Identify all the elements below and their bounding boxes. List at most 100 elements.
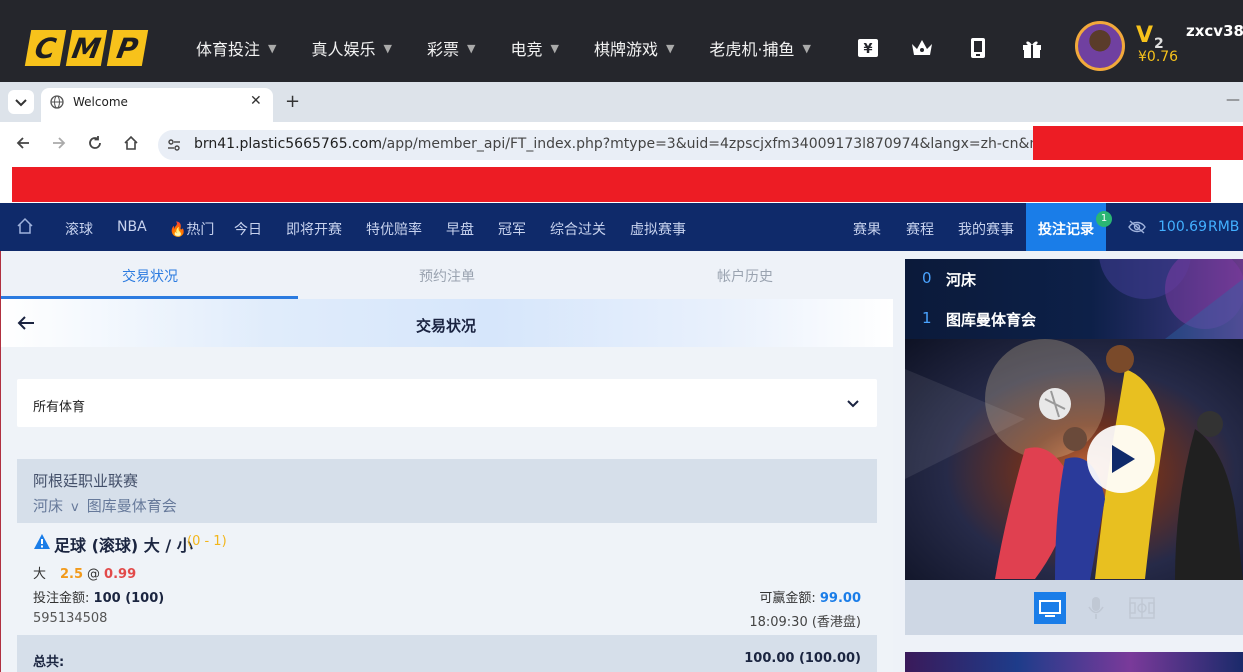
gift-icon[interactable] [1020,36,1044,60]
total-label: 总共: [33,655,65,670]
win-value: 99.00 [819,591,861,606]
logo-letter: C [24,30,67,66]
main-nav: 体育投注 ▼ 真人娱乐 ▼ 彩票 ▼ 电竞 ▼ 棋牌游戏 ▼ 老虎机·捕鱼 ▼ [196,36,846,60]
close-icon[interactable]: ✕ [250,93,262,109]
svg-text:¥: ¥ [863,42,872,57]
nav-sports[interactable]: 体育投注 ▼ [196,36,276,60]
match-teams: 河床 v 图库曼体育会 [33,495,177,516]
sport-filter-select[interactable] [17,379,877,427]
nav-lottery[interactable]: 彩票 ▼ [427,36,475,60]
forward-icon[interactable] [51,135,67,151]
url-path: /app/member_api/FT_index.php?mtype=3&uid… [381,136,1071,152]
sports-nav-nba[interactable]: NBA [117,219,147,235]
new-tab-button[interactable]: + [285,91,300,112]
sports-nav-hot[interactable]: 🔥热门 [169,219,214,239]
odds-value: 0.99 [104,567,137,582]
home-team-name: 河床 [946,271,977,289]
away-score: 1 [922,309,932,327]
nav-live-casino[interactable]: 真人娱乐 ▼ [311,36,391,60]
sports-nav-live[interactable]: 滚球 [65,219,93,239]
back-icon[interactable] [15,135,31,151]
mobile-icon[interactable] [966,36,990,60]
nav-label: 体育投注 [196,40,261,59]
nav-card-games[interactable]: 棋牌游戏 ▼ [594,36,674,60]
at-symbol: @ [87,567,101,582]
globe-icon [50,95,64,109]
versus-label: v [71,500,79,515]
sports-nav-outright[interactable]: 冠军 [498,219,526,239]
microphone-icon[interactable] [1087,596,1105,620]
sports-nav-virtual[interactable]: 虚拟赛事 [630,219,686,239]
stake-value: 100 (100) [93,591,165,606]
tab-search-button[interactable] [8,90,34,114]
nav-slots-fishing[interactable]: 老虎机·捕鱼 ▼ [709,36,811,60]
sports-nav-parlay[interactable]: 综合过关 [550,219,606,239]
sports-nav-starting-soon[interactable]: 即将开赛 [286,219,342,239]
avatar[interactable] [1075,21,1125,71]
league-name: 阿根廷职业联赛 [33,472,139,490]
nav-label: 老虎机·捕鱼 [709,40,795,59]
chevron-down-icon: ▼ [466,41,476,55]
chevron-down-icon: ▼ [802,41,811,55]
chevron-down-icon: ▼ [383,41,392,55]
bet-count-badge: 1 [1096,211,1112,227]
chevron-down-icon [15,99,27,107]
cmp-logo[interactable]: C M P [24,30,149,66]
bet-time: 18:09:30 (香港盘) [749,615,861,630]
bet-selection: 大 2.5 @0.99 [33,563,136,582]
total-value: 100.00 (100.00) [744,651,861,666]
tv-icon [1039,600,1061,617]
bet-record-label: 投注记录 [1038,222,1094,238]
sports-players-image [905,339,1243,580]
play-button[interactable] [1087,425,1155,493]
bet-type: 足球 (滚球) 大 / 小 [54,536,193,555]
nav-label: 棋牌游戏 [593,40,658,59]
chevron-down-icon: ▼ [268,41,277,55]
ticket-id: 595134508 [33,611,108,626]
nav-label: 真人娱乐 [311,40,376,59]
nav-label: 电竞 [510,40,543,59]
play-icon [1112,445,1135,473]
minimize-window-button[interactable]: — [1226,92,1240,108]
live-video-thumbnail[interactable] [905,339,1243,580]
sports-nav-results[interactable]: 赛果 [853,219,881,239]
pitch-tracker-icon[interactable] [1129,597,1155,619]
vip-level-badge: V2 [1136,23,1164,52]
home-icon[interactable] [16,217,34,235]
away-team-name: 图库曼体育会 [946,311,1037,329]
browser-tab-title: Welcome [73,95,128,109]
tab-account-history[interactable]: 帐户历史 [717,266,773,286]
site-info-icon[interactable] [166,137,182,153]
url-text[interactable]: brn41.plastic5665765.com/app/member_api/… [194,136,1070,152]
video-mode-button[interactable] [1034,592,1066,624]
home-score: 0 [922,269,932,287]
home-icon[interactable] [123,135,139,151]
wallet-balance: ¥0.76 [1138,49,1179,65]
nav-esports[interactable]: 电竞 ▼ [510,36,558,60]
warning-icon [34,534,50,549]
redaction-block [12,167,1211,202]
stake-amount: 投注金额: 100 (100) [33,587,164,606]
sports-nav-early[interactable]: 早盘 [446,219,474,239]
vip-letter: V [1136,23,1154,48]
nav-label: 彩票 [426,40,459,59]
tab-scheduled-bets[interactable]: 预约注单 [419,266,475,286]
handicap-line: 2.5 [60,567,84,582]
sports-nav-today[interactable]: 今日 [234,219,262,239]
yen-voucher-icon[interactable]: ¥ [856,36,880,60]
crown-icon[interactable] [910,36,934,60]
tab-transaction-status[interactable]: 交易状况 [122,266,178,286]
sports-nav-my-events[interactable]: 我的赛事 [958,219,1014,239]
promo-banner[interactable] [905,652,1243,672]
account-currency: RMB [1208,219,1240,235]
reload-icon[interactable] [87,135,103,151]
back-arrow-icon[interactable] [16,313,36,333]
bet-score: (0 - 1) [187,534,227,549]
eye-hidden-icon[interactable] [1127,219,1147,235]
username[interactable]: zxcv388 [1186,22,1243,40]
chevron-down-icon: ▼ [665,41,675,55]
stake-label: 投注金额: [33,591,90,606]
sports-nav-best-odds[interactable]: 特优赔率 [366,219,422,239]
sports-nav-schedule[interactable]: 赛程 [906,219,934,239]
sport-filter-value: 所有体育 [33,400,86,415]
